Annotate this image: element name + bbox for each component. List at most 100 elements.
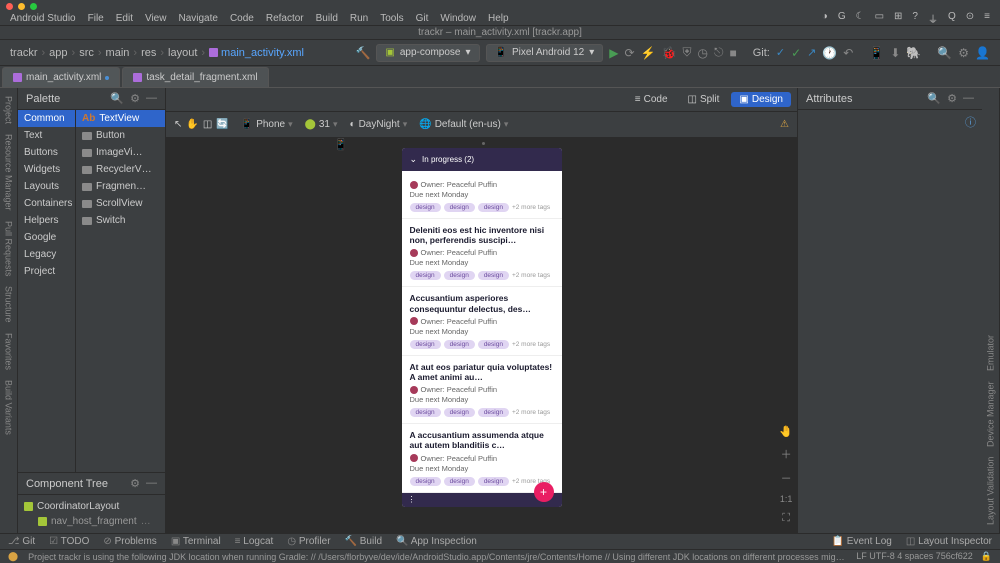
crumb[interactable]: src <box>79 47 94 59</box>
assistant-icon[interactable]: 👤 <box>975 46 990 60</box>
run-button-icon[interactable]: ▶ <box>609 46 618 60</box>
maximize-window-icon[interactable] <box>30 3 37 10</box>
system-icon[interactable]: G <box>838 11 846 26</box>
system-icon[interactable]: ⊞ <box>894 11 902 26</box>
tool-terminal-button[interactable]: ▣ Terminal <box>171 536 221 547</box>
info-hint-icon[interactable]: ⓘ <box>798 110 982 134</box>
system-icon[interactable]: ? <box>912 11 918 26</box>
palette-search-icon[interactable]: 🔍 <box>110 92 124 105</box>
design-blueprint-icon[interactable]: ◫ <box>203 119 212 130</box>
system-icon[interactable]: ☾ <box>856 11 865 26</box>
tool-layout-inspector-button[interactable]: ◫ Layout Inspector <box>906 536 992 547</box>
menu-item[interactable]: Window <box>440 13 476 24</box>
profiler-icon[interactable]: ◷ <box>697 46 707 60</box>
palette-category[interactable]: Containers <box>18 195 75 212</box>
palette-item[interactable]: ScrollView <box>76 195 165 212</box>
palette-item[interactable]: ImageVi… <box>76 144 165 161</box>
menu-item[interactable]: Refactor <box>266 13 304 24</box>
palette-item[interactable]: Fragmen… <box>76 178 165 195</box>
palette-settings-icon[interactable]: ⚙ <box>130 92 140 105</box>
theme-selector[interactable]: ◐DayNight▾ <box>350 119 408 130</box>
select-tool-icon[interactable]: ↖ <box>174 119 182 130</box>
debug-icon[interactable]: 🐞 <box>662 46 677 60</box>
crumb-file[interactable]: main_activity.xml <box>209 47 304 59</box>
device-selector[interactable]: 📱Pixel Android 12▾ <box>486 44 604 62</box>
attach-debugger-icon[interactable]: ⎋ <box>714 45 724 60</box>
settings-icon[interactable]: ⚙ <box>958 46 969 60</box>
palette-item[interactable]: RecyclerV… <box>76 161 165 178</box>
crumb[interactable]: res <box>141 47 156 59</box>
system-icon[interactable]: ⊙ <box>966 11 974 26</box>
tool-problems-button[interactable]: ⊘ Problems <box>103 536 156 547</box>
breadcrumb[interactable]: trackr› app› src› main› res› layout› mai… <box>10 47 304 59</box>
tree-settings-icon[interactable]: ⚙ <box>130 477 140 490</box>
git-history-icon[interactable]: 🕐 <box>822 46 837 60</box>
pan-tool-icon[interactable]: ✋ <box>186 119 198 130</box>
tool-window-button[interactable]: Build Variants <box>4 380 14 435</box>
palette-category[interactable]: Google <box>18 229 75 246</box>
crumb[interactable]: app <box>49 47 67 59</box>
system-icon[interactable]: ⏚ <box>928 11 938 26</box>
menu-item[interactable]: Run <box>350 13 368 24</box>
menu-item[interactable]: Git <box>416 13 429 24</box>
git-commit-icon[interactable]: ✓ <box>791 46 801 60</box>
palette-item[interactable]: Switch <box>76 212 165 229</box>
tool-window-button[interactable]: Emulator <box>986 335 996 371</box>
tool-window-button[interactable]: Pull Requests <box>4 221 14 277</box>
tool-window-button[interactable]: Resource Manager <box>4 134 14 211</box>
apply-changes-icon[interactable]: ⟳ <box>625 46 635 60</box>
git-push-icon[interactable]: ↗ <box>807 46 816 59</box>
tree-minimize-icon[interactable]: — <box>146 477 157 490</box>
zoom-fit-icon[interactable]: ⛶ <box>782 512 790 525</box>
tree-node-root[interactable]: CoordinatorLayout <box>24 499 159 514</box>
palette-minimize-icon[interactable]: — <box>146 92 157 105</box>
menu-item[interactable]: Help <box>488 13 509 24</box>
code-mode-button[interactable]: ≡Code <box>627 92 676 107</box>
menu-item[interactable]: Code <box>230 13 254 24</box>
tool-logcat-button[interactable]: ≡ Logcat <box>235 536 274 547</box>
tool-git-button[interactable]: ⎇ Git <box>8 536 35 547</box>
git-update-icon[interactable]: ✓ <box>776 46 785 59</box>
split-mode-button[interactable]: ◫Split <box>680 92 728 107</box>
sdk-manager-icon[interactable]: ⬇ <box>890 46 900 60</box>
tree-node-child[interactable]: nav_host_fragment … <box>24 514 159 529</box>
search-everywhere-icon[interactable]: 🔍 <box>937 46 952 60</box>
system-icon[interactable]: ▭ <box>875 11 884 26</box>
palette-category[interactable]: Text <box>18 127 75 144</box>
tool-window-button[interactable]: Structure <box>4 286 14 323</box>
tab-main-activity[interactable]: main_activity.xml <box>2 67 120 87</box>
minimize-window-icon[interactable] <box>18 3 25 10</box>
palette-category[interactable]: Helpers <box>18 212 75 229</box>
palette-item[interactable]: Button <box>76 127 165 144</box>
system-icon[interactable]: ≡ <box>984 11 990 26</box>
menu-item[interactable]: Edit <box>116 13 133 24</box>
palette-category[interactable]: Widgets <box>18 161 75 178</box>
coverage-icon[interactable]: ⛨ <box>682 45 691 60</box>
close-window-icon[interactable] <box>6 3 13 10</box>
attributes-settings-icon[interactable]: ⚙ <box>947 92 957 105</box>
tool-window-button[interactable]: Favorites <box>4 333 14 370</box>
palette-item[interactable]: AbTextView <box>76 110 165 127</box>
api-level-selector[interactable]: ⬤31▾ <box>305 119 338 130</box>
design-mode-button[interactable]: ▣Design <box>731 92 791 107</box>
avd-manager-icon[interactable]: 📱 <box>869 46 884 60</box>
crumb[interactable]: layout <box>168 47 197 59</box>
zoom-out-icon[interactable]: － <box>781 470 792 486</box>
status-indicator-icon[interactable]: ⬤ <box>8 551 18 562</box>
sync-icon[interactable]: 🐘 <box>906 46 921 60</box>
status-message[interactable]: Project trackr is using the following JD… <box>28 552 846 562</box>
status-lock-icon[interactable]: 🔒 <box>981 551 992 562</box>
palette-category[interactable]: Layouts <box>18 178 75 195</box>
crumb[interactable]: trackr <box>10 47 38 59</box>
pan-mode-icon[interactable]: 🤚 <box>779 425 793 438</box>
make-project-icon[interactable]: 🔨 <box>355 46 370 60</box>
menu-item[interactable]: File <box>88 13 104 24</box>
apply-code-changes-icon[interactable]: ⚡ <box>641 46 656 60</box>
tab-task-detail-fragment[interactable]: task_detail_fragment.xml <box>122 67 268 87</box>
palette-category[interactable]: Legacy <box>18 246 75 263</box>
canvas[interactable]: 📱 ⌄ In progress (2) Owner: Peaceful Puff… <box>166 138 797 533</box>
git-rollback-icon[interactable]: ↶ <box>843 46 853 60</box>
tool-build-button[interactable]: 🔨 Build <box>345 536 382 547</box>
system-icon[interactable]: ◑ <box>822 11 828 26</box>
tool-window-button[interactable]: Layout Validation <box>986 457 996 525</box>
